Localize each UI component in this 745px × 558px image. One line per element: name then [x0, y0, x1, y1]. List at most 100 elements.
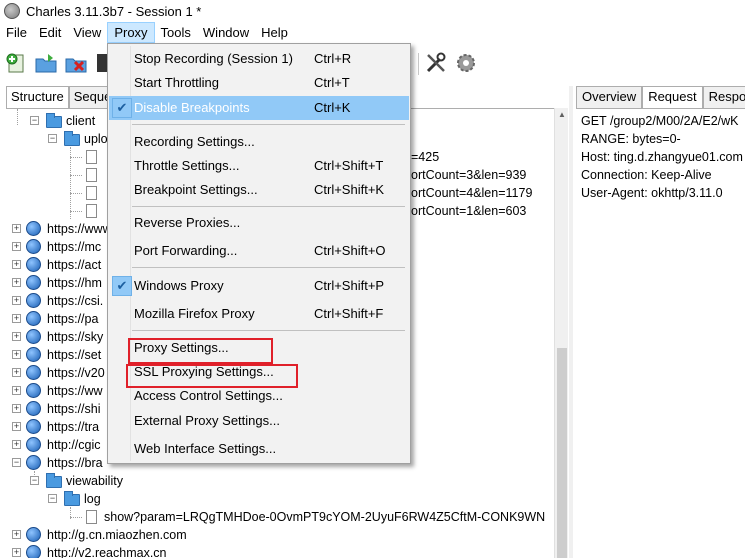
expand-icon[interactable]: + — [12, 332, 21, 341]
menu-item-breakpoint-settings[interactable]: Breakpoint Settings... Ctrl+Shift+K — [109, 178, 409, 202]
menu-item-start-throttling[interactable]: Start Throttling Ctrl+T — [109, 71, 409, 95]
tree-line — [70, 517, 82, 518]
menu-item-recording-settings[interactable]: Recording Settings... — [109, 130, 409, 154]
menu-tools[interactable]: Tools — [155, 22, 197, 43]
expand-icon[interactable]: + — [12, 350, 21, 359]
tab-structure[interactable]: Structure — [6, 86, 69, 108]
scroll-up-icon[interactable]: ▲ — [558, 110, 566, 119]
scrollbar-thumb[interactable] — [557, 348, 567, 558]
expand-icon[interactable]: + — [12, 368, 21, 377]
globe-icon — [26, 401, 41, 416]
tree-label-host: https://shi — [47, 402, 101, 416]
charles-window: Charles 3.11.3b7 - Session 1 * File Edit… — [0, 0, 745, 558]
menu-separator — [132, 267, 405, 268]
tree-label-host: https://ww — [47, 384, 103, 398]
globe-icon — [26, 437, 41, 452]
tree-label-host: http://g.cn.miaozhen.com — [47, 528, 187, 542]
tree-label-host: https://pa — [47, 312, 99, 326]
expand-icon[interactable]: + — [12, 404, 21, 413]
expand-icon[interactable]: + — [12, 260, 21, 269]
tree-label-host: https://csi. — [47, 294, 104, 308]
tree-label-viewability: viewability — [66, 474, 123, 488]
menu-item-shortcut: Ctrl+Shift+F — [314, 306, 384, 321]
menu-window[interactable]: Window — [197, 22, 255, 43]
expand-icon[interactable]: + — [12, 242, 21, 251]
tree-label-partial: ortCount=1&len=603 — [411, 204, 527, 218]
tree-row-show[interactable]: show?param=LRQgTMHDoe-0OvmPT9cYOM-2UyuF6… — [6, 508, 554, 526]
document-icon — [86, 168, 97, 182]
menu-item-label: Reverse Proxies... — [134, 215, 241, 230]
tab-request[interactable]: Request — [642, 86, 703, 108]
menu-item-label: Recording Settings... — [134, 134, 255, 149]
globe-icon — [26, 221, 41, 236]
globe-icon — [26, 383, 41, 398]
proxy-menu-dropdown: Stop Recording (Session 1) Ctrl+R Start … — [107, 43, 411, 464]
menu-separator — [132, 124, 405, 125]
collapse-icon[interactable]: − — [30, 116, 39, 125]
open-icon[interactable] — [34, 51, 58, 75]
checkmark-icon: ✔ — [112, 276, 132, 296]
menu-item-disable-breakpoints[interactable]: ✔ Disable Breakpoints Ctrl+K — [109, 96, 409, 120]
new-session-icon[interactable] — [4, 51, 28, 75]
request-header: User-Agent: okhttp/3.11.0 — [581, 186, 723, 200]
folder-icon — [64, 131, 80, 146]
collapse-icon[interactable]: − — [48, 494, 57, 503]
tree-label-client: client — [66, 114, 96, 128]
collapse-icon[interactable]: − — [12, 458, 21, 467]
menu-item-stop-recording[interactable]: Stop Recording (Session 1) Ctrl+R — [109, 47, 409, 71]
tree-label-host: https://act — [47, 258, 102, 272]
menu-proxy[interactable]: Proxy — [107, 22, 155, 43]
expand-icon[interactable]: + — [12, 440, 21, 449]
expand-icon[interactable]: + — [12, 422, 21, 431]
menu-edit[interactable]: Edit — [33, 22, 67, 43]
menu-item-web-interface-settings[interactable]: Web Interface Settings... — [109, 437, 409, 461]
tree-label-show: show?param=LRQgTMHDoe-0OvmPT9cYOM-2UyuF6… — [104, 510, 546, 524]
tree-label-log: log — [84, 492, 101, 506]
expand-icon[interactable]: + — [12, 224, 21, 233]
menu-file[interactable]: File — [0, 22, 33, 43]
expand-icon[interactable]: + — [12, 278, 21, 287]
menu-item-label: Stop Recording (Session 1) — [134, 51, 293, 66]
folder-icon — [46, 113, 62, 128]
expand-icon[interactable]: + — [12, 296, 21, 305]
charles-app-icon — [4, 3, 20, 19]
menu-item-port-forwarding[interactable]: Port Forwarding... Ctrl+Shift+O — [109, 239, 409, 263]
expand-icon[interactable]: + — [12, 548, 21, 557]
menu-item-shortcut: Ctrl+R — [314, 51, 352, 66]
tab-overview[interactable]: Overview — [576, 86, 643, 108]
tree-label-host: http://cgic — [47, 438, 101, 452]
document-icon — [86, 150, 97, 164]
window-title: Charles 3.11.3b7 - Session 1 * — [26, 3, 202, 19]
expand-icon[interactable]: + — [12, 314, 21, 323]
menu-item-label: Start Throttling — [134, 75, 220, 90]
detail-panel: Overview Request Respor GET /group2/M00/… — [576, 86, 745, 558]
globe-icon — [26, 311, 41, 326]
close-session-icon[interactable] — [64, 51, 88, 75]
tree-label-partial: ortCount=4&len=1179 — [411, 186, 533, 200]
toolbar-separator — [418, 53, 419, 75]
collapse-icon[interactable]: − — [48, 134, 57, 143]
tree-label-host: https://hm — [47, 276, 102, 290]
expand-icon[interactable]: + — [12, 530, 21, 539]
menu-item-mozilla-firefox-proxy[interactable]: Mozilla Firefox Proxy Ctrl+Shift+F — [109, 302, 409, 326]
tools-icon[interactable] — [424, 51, 448, 75]
tree-scrollbar[interactable]: ▲ — [554, 108, 568, 558]
tree-line — [70, 193, 82, 194]
tab-response[interactable]: Respor — [702, 86, 745, 108]
menu-item-windows-proxy[interactable]: ✔ Windows Proxy Ctrl+Shift+P — [109, 274, 409, 298]
panel-divider[interactable] — [569, 86, 573, 558]
globe-icon — [26, 275, 41, 290]
expand-icon[interactable]: + — [12, 386, 21, 395]
tree-label-host: http://v2.reachmax.cn — [47, 546, 167, 558]
menu-item-external-proxy-settings[interactable]: External Proxy Settings... — [109, 409, 409, 433]
menu-item-throttle-settings[interactable]: Throttle Settings... Ctrl+Shift+T — [109, 154, 409, 178]
menu-help[interactable]: Help — [255, 22, 294, 43]
menu-view[interactable]: View — [67, 22, 107, 43]
settings-gear-icon[interactable] — [454, 51, 478, 75]
menu-item-shortcut: Ctrl+Shift+T — [314, 158, 384, 173]
tree-label-partial: =425 — [411, 150, 440, 164]
collapse-icon[interactable]: − — [30, 476, 39, 485]
request-line: GET /group2/M00/2A/E2/wK — [581, 114, 739, 128]
menu-item-reverse-proxies[interactable]: Reverse Proxies... — [109, 211, 409, 235]
tree-label-host: https://www — [47, 222, 112, 236]
